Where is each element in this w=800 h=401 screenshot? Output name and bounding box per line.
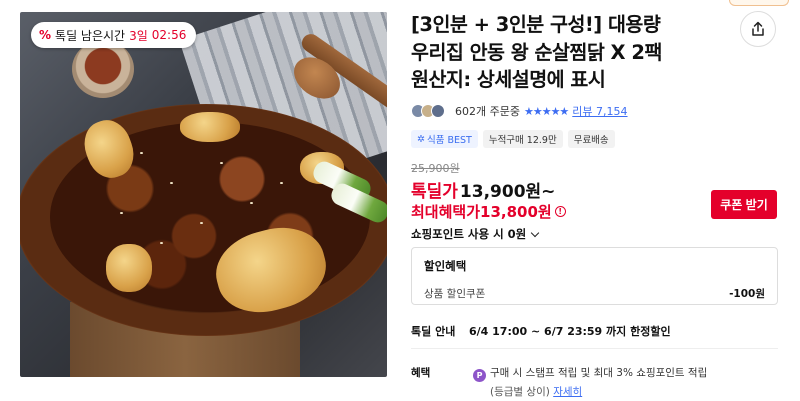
tag-cumulative-purchases: 누적구매 12.9만	[482, 130, 563, 148]
image-sesame	[250, 202, 253, 204]
image-sesame	[170, 182, 173, 184]
share-tooltip-tab	[729, 0, 789, 6]
divider	[411, 348, 778, 349]
title-line: [3인분 + 3인분 구성!] 대용량	[411, 13, 661, 36]
benefit-line: 구매 시 스탬프 적립 및 최대 3% 쇼핑포인트 적립	[490, 367, 708, 379]
product-image[interactable]	[20, 12, 387, 377]
tag-list: ✲ 식품 BEST 누적구매 12.9만 무료배송	[411, 130, 615, 148]
order-count: 602개 주문중	[455, 105, 520, 118]
timer-time: 02:56	[151, 28, 187, 42]
max-benefit-price-row: 최대혜택가 13,800원 !	[411, 201, 566, 222]
info-icon[interactable]: !	[554, 206, 566, 217]
image-sesame	[140, 152, 143, 154]
discount-row: 상품 할인쿠폰 -100원	[424, 286, 765, 301]
deal-notice-row: 톡딜 안내 6/4 17:00 ~ 6/7 23:59 까지 한정할인	[411, 323, 671, 339]
tag-food-best[interactable]: ✲ 식품 BEST	[411, 130, 478, 148]
benefit-label: 혜택	[411, 367, 431, 379]
share-button[interactable]	[740, 11, 776, 47]
percent-tag-icon: %	[39, 28, 52, 42]
review-link[interactable]: 리뷰 7,154	[572, 103, 627, 119]
timer-label: 톡딜 남은시간	[55, 28, 126, 43]
discount-row-label: 상품 할인쿠폰	[424, 288, 486, 300]
image-sesame	[160, 242, 163, 244]
benefit-line: (등급별 상이)	[490, 386, 550, 398]
tag-free-shipping: 무료배송	[567, 130, 615, 148]
title-line: 우리집 안동 왕 순살찜닭 X 2팩	[411, 40, 662, 64]
max-benefit-label: 최대혜택가	[411, 203, 481, 221]
timer-days: 3일	[129, 28, 148, 43]
image-sesame	[120, 212, 123, 214]
image-small-bowl	[72, 40, 134, 98]
deal-price: 13,900원~	[459, 182, 556, 202]
discount-benefits-box: 할인혜택 상품 할인쿠폰 -100원	[411, 247, 778, 305]
discount-title: 할인혜택	[424, 259, 467, 273]
title-line: 원산지: 상세설명에 표시	[411, 68, 606, 91]
image-potato	[106, 244, 152, 292]
image-sesame	[220, 162, 223, 164]
max-benefit-price: 13,800원	[480, 203, 552, 221]
deal-notice-label: 톡딜 안내	[411, 325, 456, 338]
discount-row-value: -100원	[729, 288, 765, 300]
shopping-points-toggle[interactable]: 쇼핑포인트 사용 시 0원	[411, 226, 540, 242]
benefit-text: P 구매 시 스탬프 적립 및 최대 3% 쇼핑포인트 적립 (등급별 상이) 자…	[473, 365, 707, 399]
share-icon	[752, 21, 764, 36]
star-rating-icon: ★★★★★	[523, 104, 569, 118]
point-badge-icon: P	[473, 369, 486, 382]
chevron-down-icon	[530, 228, 540, 237]
rating-row: 602개 주문중 ★★★★★ 리뷰 7,154	[411, 103, 628, 119]
benefit-detail-link[interactable]: 자세히	[553, 386, 582, 398]
shopping-points-label: 쇼핑포인트 사용 시 0원	[411, 227, 527, 241]
original-price: 25,900원	[411, 162, 460, 175]
sparkle-icon: ✲	[417, 133, 425, 145]
tag-label: 식품 BEST	[426, 135, 472, 146]
deal-price-label: 톡딜가	[411, 182, 458, 202]
deal-price-row: 톡딜가 13,900원~	[411, 177, 555, 202]
deal-timer-badge: % 톡딜 남은시간 3일 02:56	[31, 22, 197, 48]
deal-notice-text: 6/4 17:00 ~ 6/7 23:59 까지 한정할인	[469, 325, 671, 338]
get-coupon-button[interactable]: 쿠폰 받기	[711, 190, 777, 219]
avatar	[431, 104, 445, 118]
benefit-row: 혜택 P 구매 시 스탬프 적립 및 최대 3% 쇼핑포인트 적립 (등급별 상이…	[411, 365, 707, 399]
image-sesame	[200, 222, 203, 224]
image-potato	[180, 112, 240, 142]
buyer-avatars	[411, 104, 451, 118]
image-sesame	[280, 182, 283, 184]
product-title: [3인분 + 3인분 구성!] 대용량 우리집 안동 왕 순살찜닭 X 2팩 원…	[411, 11, 731, 94]
